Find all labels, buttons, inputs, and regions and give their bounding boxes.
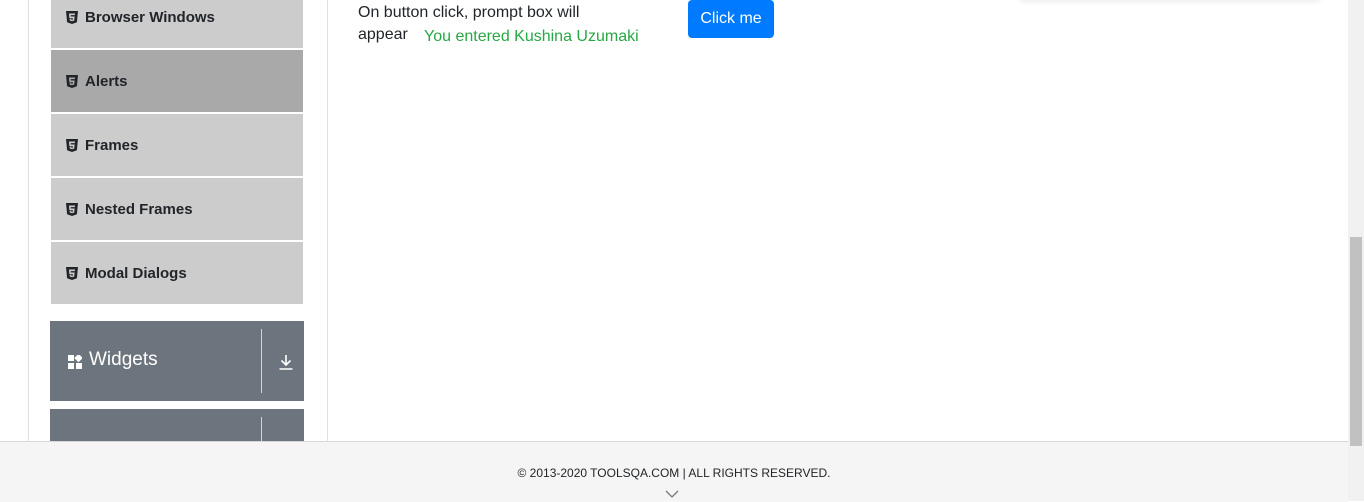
footer: © 2013-2020 TOOLSQA.COM | ALL RIGHTS RES… xyxy=(0,441,1348,502)
vertical-scrollbar[interactable] xyxy=(1348,0,1364,501)
left-border xyxy=(28,0,29,441)
sidebar-group-next[interactable] xyxy=(50,409,304,441)
html5-icon xyxy=(66,266,78,280)
group-divider xyxy=(261,417,262,441)
sidebar-item-frames[interactable]: Frames xyxy=(51,114,303,176)
prompt-click-button[interactable]: Click me xyxy=(688,0,774,38)
sidebar-item-nested-frames[interactable]: Nested Frames xyxy=(51,178,303,240)
sidebar-item-modal-dialogs[interactable]: Modal Dialogs xyxy=(51,242,303,304)
sidebar-divider xyxy=(327,0,328,441)
page: Browser Windows Alerts Frames Nested Fra… xyxy=(0,0,1348,441)
sidebar-group-label: Widgets xyxy=(89,349,158,370)
sidebar-item-label: Browser Windows xyxy=(85,8,215,26)
html5-icon xyxy=(66,202,78,216)
sidebar-item-browser-windows[interactable]: Browser Windows xyxy=(51,0,303,48)
sidebar-group-widgets[interactable]: Widgets xyxy=(50,321,304,401)
prompt-result: You entered Kushina Uzumaki xyxy=(424,28,639,45)
download-arrow-icon[interactable] xyxy=(278,354,294,370)
sidebar-item-label: Frames xyxy=(85,136,139,154)
sidebar-item-label: Alerts xyxy=(85,72,128,90)
sidebar-item-alerts[interactable]: Alerts xyxy=(51,50,303,112)
sidebar-item-label: Modal Dialogs xyxy=(85,264,187,282)
html5-icon xyxy=(66,10,78,24)
widgets-icon xyxy=(68,353,83,369)
html5-icon xyxy=(66,74,78,88)
chevron-down-icon[interactable] xyxy=(665,488,679,498)
scrollbar-thumb[interactable] xyxy=(1350,237,1362,446)
footer-copyright: © 2013-2020 TOOLSQA.COM | ALL RIGHTS RES… xyxy=(517,466,831,480)
html5-icon xyxy=(66,138,78,152)
group-divider xyxy=(261,329,262,393)
sidebar-item-label: Nested Frames xyxy=(85,200,193,218)
